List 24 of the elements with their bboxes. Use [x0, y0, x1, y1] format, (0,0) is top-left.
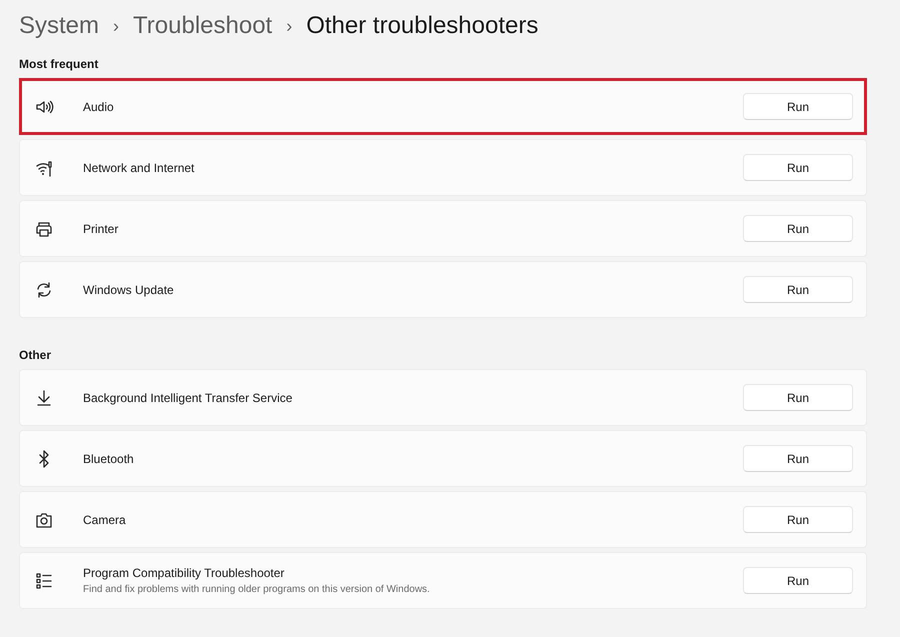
run-button[interactable]: Run — [743, 567, 853, 594]
run-button[interactable]: Run — [743, 445, 853, 472]
breadcrumb-link[interactable]: Troubleshoot — [133, 8, 272, 44]
run-button[interactable]: Run — [743, 384, 853, 411]
run-button[interactable]: Run — [743, 154, 853, 181]
item-title: Windows Update — [83, 282, 174, 298]
item-title: Background Intelligent Transfer Service — [83, 390, 292, 406]
section-heading: Most frequent — [19, 57, 100, 71]
item-title: Audio — [83, 98, 114, 116]
item-title: Program Compatibility Troubleshooter — [83, 565, 286, 582]
item-title: Printer — [83, 220, 118, 238]
section-heading: Other — [19, 348, 52, 362]
item-title: Network and Internet — [83, 160, 194, 176]
breadcrumb-link[interactable]: System — [19, 8, 100, 44]
chevron-icon: › — [113, 12, 120, 40]
run-button[interactable]: Run — [743, 93, 853, 120]
run-button[interactable]: Run — [743, 215, 853, 242]
item-title: Bluetooth — [83, 450, 134, 468]
chevron-icon: › — [286, 12, 292, 40]
run-button[interactable]: Run — [743, 506, 853, 533]
item-description: Find and fix problems with running older programs on this version of Windows. — [83, 583, 430, 597]
list-icon — [34, 570, 54, 590]
run-button[interactable]: Run — [743, 276, 853, 303]
item-title: Camera — [83, 512, 126, 528]
